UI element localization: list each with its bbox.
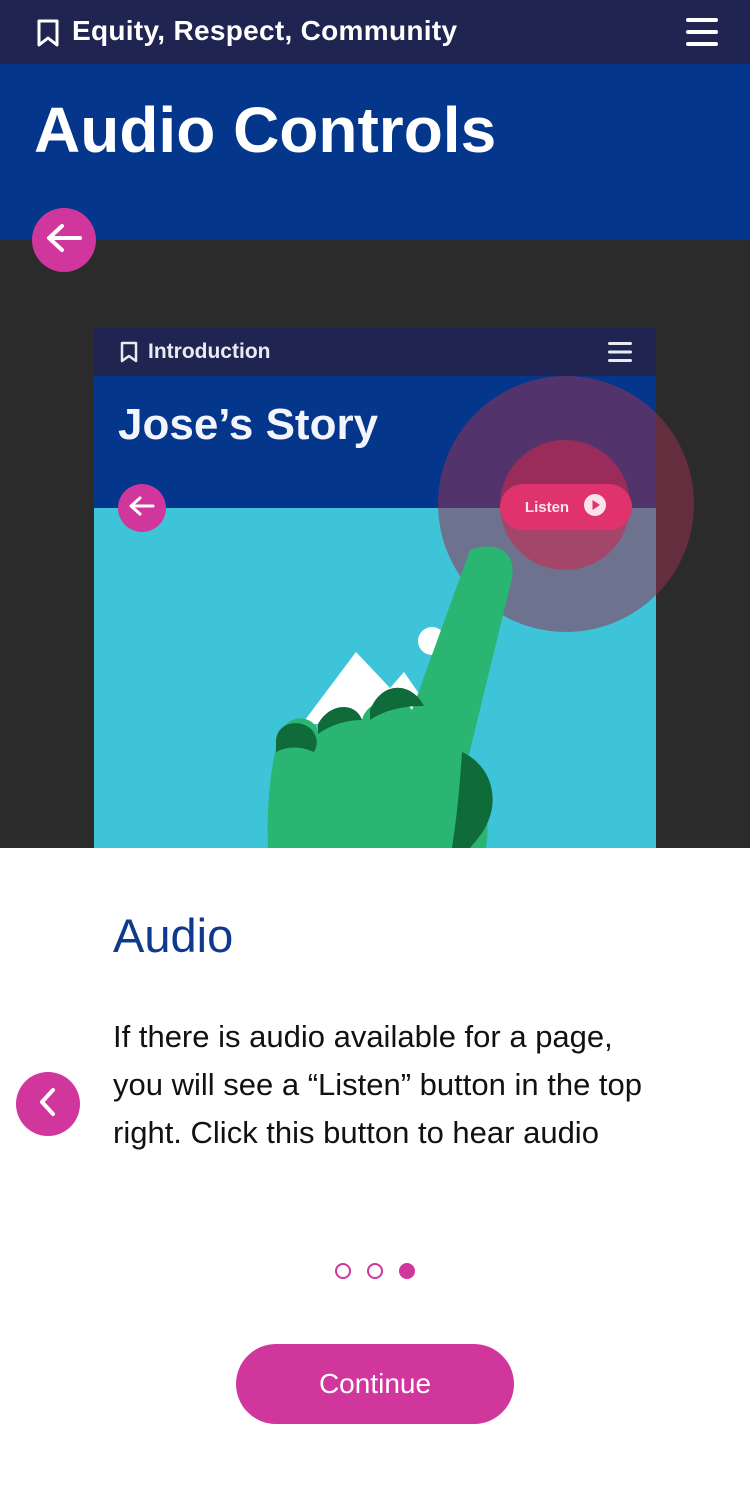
pagination-dot-1[interactable]	[335, 1263, 351, 1279]
back-button[interactable]	[32, 208, 96, 272]
pointing-hand-illustration	[267, 546, 513, 848]
continue-button[interactable]: Continue	[236, 1344, 514, 1424]
pagination-dot-2[interactable]	[367, 1263, 383, 1279]
pagination-dot-3[interactable]	[399, 1263, 415, 1279]
arrow-left-icon	[45, 223, 83, 258]
page-title: Audio Controls	[34, 94, 497, 166]
illustration-area: Introduction Jose’s Story Listen	[0, 240, 750, 848]
section-title: Equity, Respect, Community	[72, 15, 458, 46]
card-body-text: If there is audio available for a page, …	[113, 1019, 643, 1150]
bookmark-icon[interactable]	[35, 19, 61, 52]
card-heading: Audio	[113, 909, 234, 962]
top-bar: Equity, Respect, Community	[0, 0, 750, 64]
chevron-left-icon	[38, 1087, 58, 1122]
hamburger-menu-icon[interactable]	[686, 17, 718, 52]
previous-slide-button[interactable]	[16, 1072, 80, 1136]
